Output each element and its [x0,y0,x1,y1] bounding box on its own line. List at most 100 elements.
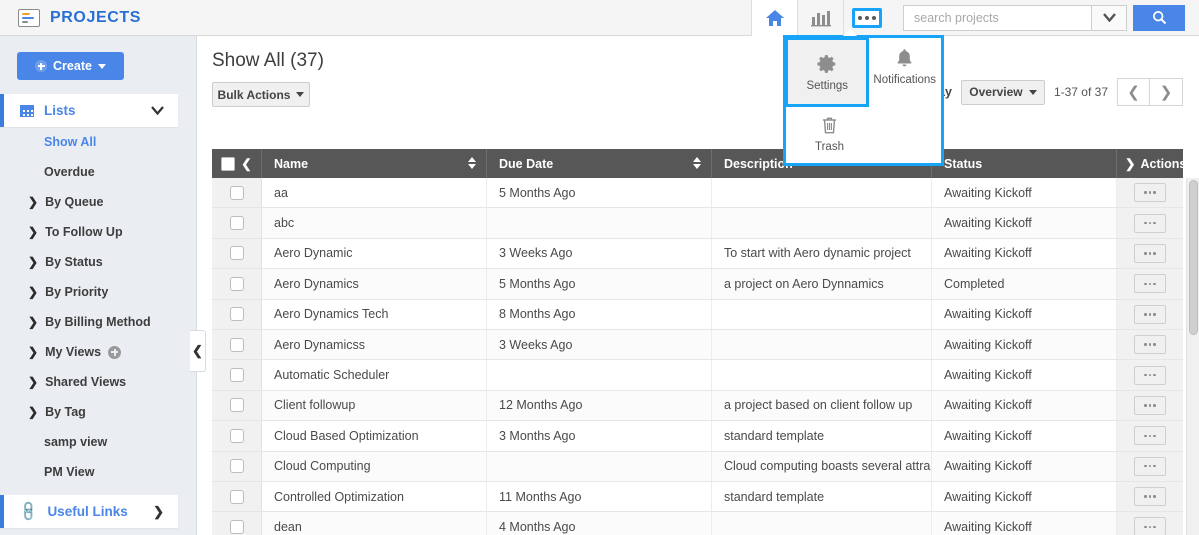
create-button[interactable]: Create [17,52,124,80]
sidebar-item-my-views[interactable]: ❯ My Views [0,337,196,367]
row-actions-cell[interactable] [1117,269,1183,299]
more-dots-icon[interactable] [1134,426,1166,446]
sidebar-item-by-tag[interactable]: ❯ By Tag [0,397,196,427]
more-dots-icon[interactable] [1134,395,1166,415]
row-select-cell[interactable] [212,512,262,535]
row-checkbox[interactable] [229,489,244,504]
row-checkbox[interactable] [229,216,244,231]
column-header-name[interactable]: Name [262,149,487,178]
table-row[interactable]: Aero Dynamics 5 Months Ago a project on Ae… [212,269,1183,300]
next-page-button[interactable]: ❯ [1150,78,1183,106]
row-actions-cell[interactable] [1117,178,1183,208]
more-dots-icon[interactable] [1134,487,1166,507]
row-checkbox[interactable] [229,276,244,291]
row-actions-cell[interactable] [1117,299,1183,329]
more-dots-icon[interactable] [1134,365,1166,385]
row-select-cell[interactable] [212,451,262,481]
row-select-cell[interactable] [212,238,262,269]
row-select-cell[interactable] [212,329,262,360]
sort-icon[interactable] [468,157,476,169]
row-select-cell[interactable] [212,390,262,421]
table-row[interactable]: Aero Dynamics Tech 8 Months Ago Awaiting K… [212,299,1183,330]
table-row[interactable]: Cloud Computing Cloud computing boasts se… [212,451,1183,482]
bar-chart-icon[interactable] [797,0,843,36]
row-actions-cell[interactable] [1117,238,1183,269]
chevron-left-icon[interactable]: ❮ [241,156,251,171]
more-dots-icon[interactable] [1134,274,1166,294]
home-icon[interactable] [751,0,797,36]
row-actions-cell[interactable] [1117,451,1183,481]
sidebar-section-lists[interactable]: Lists [0,94,178,127]
sidebar-item-pm-view[interactable]: PM View [0,457,196,487]
row-actions-cell[interactable] [1117,421,1183,451]
row-checkbox[interactable] [229,185,244,200]
row-checkbox[interactable] [229,398,244,413]
sidebar-collapse-handle[interactable]: ❮ [190,330,206,372]
row-checkbox[interactable] [229,368,244,383]
row-checkbox[interactable] [229,337,244,352]
sidebar-item-overdue[interactable]: Overdue [0,157,196,187]
row-actions-cell[interactable] [1117,329,1183,360]
row-actions-cell[interactable] [1117,360,1183,390]
search-submit-button[interactable] [1133,4,1185,31]
popup-item-notifications[interactable]: Notifications [868,38,941,96]
more-dots-icon[interactable] [1134,517,1166,535]
column-header-actions[interactable]: ❯ Actions [1117,149,1186,178]
row-actions-cell[interactable] [1117,390,1183,421]
brand[interactable]: PROJECTS [0,8,141,27]
sort-icon[interactable] [693,157,701,169]
add-view-plus-circle-icon[interactable] [108,345,122,359]
row-select-cell[interactable] [212,299,262,329]
sidebar-item-samp-view[interactable]: samp view [0,427,196,457]
row-actions-cell[interactable] [1117,481,1183,512]
column-header-due-date[interactable]: Due Date [487,149,712,178]
sidebar-item-by-priority[interactable]: ❯ By Priority [0,277,196,307]
table-row[interactable]: Client followup 12 Months Ago a project ba… [212,390,1183,422]
sidebar-section-useful-links[interactable]: 🔗 Useful Links ❯ [0,495,178,528]
table-scrollbar-thumb[interactable] [1189,180,1198,335]
row-checkbox[interactable] [229,307,244,322]
table-row[interactable]: Aero Dynamicss 3 Weeks Ago Awaiting Kickof… [212,329,1183,361]
row-select-cell[interactable] [212,360,262,390]
more-dots-icon[interactable] [1134,183,1166,203]
row-select-cell[interactable] [212,421,262,451]
sidebar-item-by-queue[interactable]: ❯ By Queue [0,187,196,217]
display-mode-dropdown[interactable]: Overview [960,79,1045,105]
sidebar-item-shared-views[interactable]: ❯ Shared Views [0,367,196,397]
table-row[interactable]: aa 5 Months Ago Awaiting Kickoff [212,178,1183,209]
popup-item-settings[interactable]: Settings [784,37,870,107]
row-select-cell[interactable] [212,269,262,299]
popup-item-trash[interactable]: Trash [790,106,869,162]
sidebar-item-to-follow-up[interactable]: ❯ To Follow Up [0,217,196,247]
search-scope-chevron-down-icon[interactable] [1091,4,1127,31]
prev-page-button[interactable]: ❮ [1117,78,1150,106]
more-dots-icon[interactable] [1134,304,1166,324]
select-all-checkbox[interactable] [221,156,236,171]
table-row[interactable]: dean 4 Months Ago Awaiting Kickoff [212,512,1183,535]
sidebar-item-show-all[interactable]: Show All [0,127,196,157]
table-row[interactable]: Controlled Optimization 11 Months Ago stan… [212,481,1183,513]
row-actions-cell[interactable] [1117,208,1183,238]
sidebar-item-by-status[interactable]: ❯ By Status [0,247,196,277]
table-row[interactable]: Automatic Scheduler Awaiting Kickoff [212,360,1183,391]
row-select-cell[interactable] [212,481,262,512]
row-checkbox[interactable] [229,519,244,534]
row-checkbox[interactable] [229,428,244,443]
row-checkbox[interactable] [229,246,244,261]
table-row[interactable]: Aero Dynamic 3 Weeks Ago To start with Aer… [212,238,1183,270]
column-header-status[interactable]: Status [932,149,1117,178]
sidebar-item-by-billing-method[interactable]: ❯ By Billing Method [0,307,196,337]
more-dots-icon[interactable] [1134,456,1166,476]
table-row[interactable]: Cloud Based Optimization 3 Months Ago stan… [212,421,1183,452]
more-dots-icon[interactable] [1134,243,1166,263]
search-input[interactable] [903,4,1091,31]
more-dots-icon[interactable] [1134,213,1166,233]
row-checkbox[interactable] [229,459,244,474]
bulk-actions-button[interactable]: Bulk Actions [212,82,310,107]
row-select-cell[interactable] [212,208,262,238]
table-row[interactable]: abc Awaiting Kickoff [212,208,1183,239]
row-select-cell[interactable] [212,178,262,208]
more-dots-icon[interactable] [1134,335,1166,355]
row-actions-cell[interactable] [1117,512,1183,535]
table-scrollbar[interactable] [1186,178,1199,535]
